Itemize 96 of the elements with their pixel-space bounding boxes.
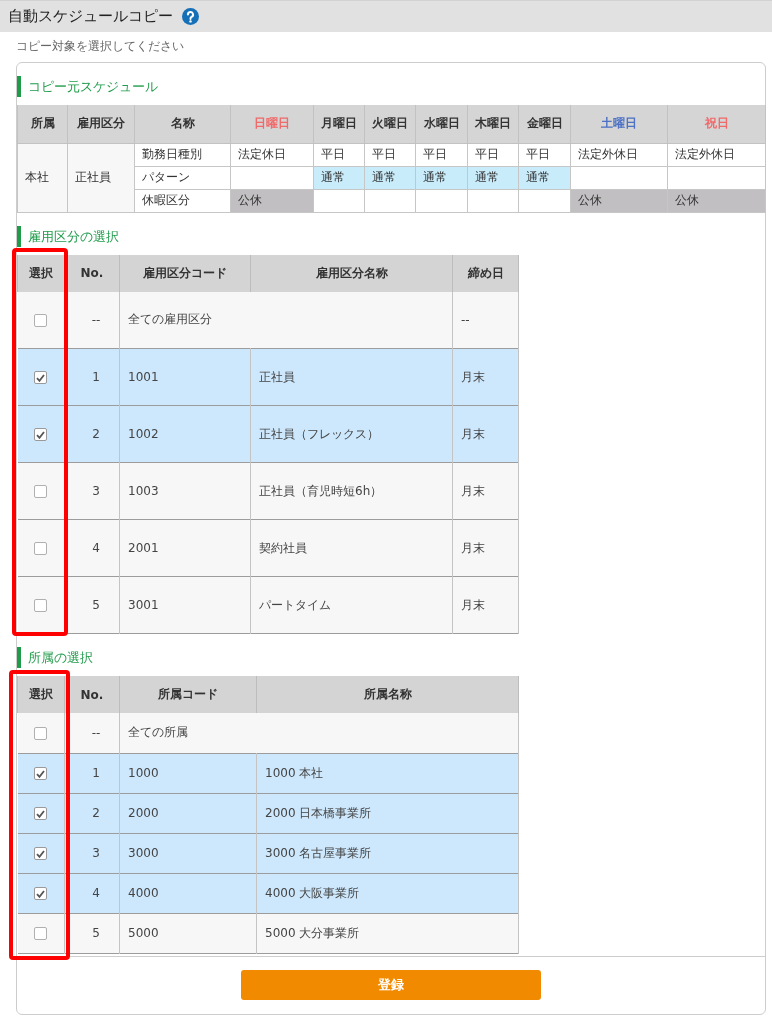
table-row[interactable]: 1 1001 正社員 月末: [17, 348, 519, 406]
table-row[interactable]: 3 1003 正社員（育児時短6h） 月末: [17, 462, 519, 520]
column-header: 雇用区分コード: [119, 254, 251, 292]
column-header: 金曜日: [518, 105, 571, 143]
checkbox[interactable]: [34, 887, 48, 900]
table-cell: 正社員（育児時短6h）: [250, 462, 453, 520]
checkbox[interactable]: [34, 807, 48, 820]
table-cell: 5000 大分事業所: [256, 913, 519, 953]
checkmark-icon: [36, 769, 46, 778]
table-row[interactable]: 4 2001 契約社員 月末: [17, 519, 519, 577]
table-cell: 本社: [17, 143, 68, 212]
table-cell: 1000 本社: [256, 753, 519, 793]
column-header: 所属名称: [256, 676, 519, 713]
table-cell: --: [64, 291, 120, 349]
checkbox[interactable]: [34, 767, 48, 780]
table-cell: 3: [64, 833, 120, 873]
checkbox[interactable]: [34, 599, 48, 612]
table-cell: 月末: [452, 462, 519, 520]
checkbox[interactable]: [34, 542, 48, 555]
table-cell: 3001: [119, 576, 251, 634]
column-header: 名称: [134, 105, 231, 143]
table-cell: 月末: [452, 405, 519, 463]
checkbox[interactable]: [34, 847, 48, 860]
table-row[interactable]: 2 1002 正社員（フレックス） 月末: [17, 405, 519, 463]
table-cell: 4: [64, 519, 120, 577]
section-title: コピー元スケジュール: [17, 76, 765, 97]
column-header: 祝日: [667, 105, 766, 143]
table-cell: 月末: [452, 576, 519, 634]
section-title: 雇用区分の選択: [17, 225, 765, 247]
checkbox[interactable]: [34, 485, 48, 498]
table-cell: 正社員: [67, 143, 135, 212]
table-cell: 1001: [119, 348, 251, 406]
section-title: 所属の選択: [17, 647, 765, 668]
table-cell: 5: [64, 913, 120, 953]
checkmark-icon: [36, 430, 46, 439]
table-row[interactable]: 3 3000 3000 名古屋事業所: [17, 833, 519, 873]
table-row[interactable]: 4 4000 4000 大阪事業所: [17, 873, 519, 913]
table-cell: 4: [64, 873, 120, 913]
table-cell: 月末: [452, 519, 519, 577]
table-cell: 正社員（フレックス）: [250, 405, 453, 463]
checkbox[interactable]: [34, 428, 48, 441]
instruction-text: コピー対象を選択してください: [16, 38, 185, 55]
table-cell: 5: [64, 576, 120, 634]
checkmark-icon: [36, 889, 46, 898]
table-cell: 3000: [119, 833, 257, 873]
table-row[interactable]: 5 3001 パートタイム 月末: [17, 576, 519, 634]
checkbox[interactable]: [34, 313, 48, 327]
table-cell: 4000 大阪事業所: [256, 873, 519, 913]
table-cell: 1003: [119, 462, 251, 520]
table-cell: 2: [64, 793, 120, 833]
column-header: 選択: [17, 254, 65, 292]
column-header: 所属コード: [119, 676, 257, 713]
table-row[interactable]: -- 全ての雇用区分 --: [17, 291, 519, 349]
table-cell: 全ての所属: [119, 713, 519, 753]
column-header: 木曜日: [467, 105, 519, 143]
checkbox[interactable]: [34, 726, 48, 740]
column-header: 日曜日: [230, 105, 314, 143]
table-cell: 月末: [452, 348, 519, 406]
table-cell: 3000 名古屋事業所: [256, 833, 519, 873]
column-header: 火曜日: [364, 105, 416, 143]
checkmark-icon: [36, 849, 46, 858]
table-cell: 1: [64, 348, 120, 406]
table-cell: 1002: [119, 405, 251, 463]
table-cell: 5000: [119, 913, 257, 953]
table-cell: パートタイム: [250, 576, 453, 634]
table-row[interactable]: 2 2000 2000 日本橋事業所: [17, 793, 519, 833]
column-header: 締め日: [452, 254, 519, 292]
table-row[interactable]: -- 全ての所属: [17, 713, 519, 753]
table-cell: 全ての雇用区分: [119, 291, 453, 349]
column-header: 雇用区分: [67, 105, 135, 143]
table-cell: --: [64, 713, 120, 753]
column-header: 土曜日: [570, 105, 668, 143]
table-row[interactable]: 1 1000 1000 本社: [17, 753, 519, 793]
column-header: 月曜日: [313, 105, 365, 143]
checkbox[interactable]: [34, 371, 48, 384]
table-cell: 1000: [119, 753, 257, 793]
table-cell: 1: [64, 753, 120, 793]
checkbox[interactable]: [34, 927, 48, 940]
table-cell: 2000: [119, 793, 257, 833]
column-header: 選択: [17, 676, 65, 713]
table-cell: 2: [64, 405, 120, 463]
help-icon[interactable]: [182, 8, 199, 25]
table-cell: 2001: [119, 519, 251, 577]
table-cell: 2000 日本橋事業所: [256, 793, 519, 833]
column-header: 雇用区分名称: [250, 254, 453, 292]
checkmark-icon: [36, 809, 46, 818]
column-header: 所属: [17, 105, 68, 143]
table-row[interactable]: 5 5000 5000 大分事業所: [17, 913, 519, 953]
table-cell: 4000: [119, 873, 257, 913]
table-cell: --: [452, 291, 519, 349]
table-cell: 3: [64, 462, 120, 520]
checkmark-icon: [36, 373, 46, 382]
page-title: 自動スケジュールコピー: [8, 7, 173, 26]
column-header: 水曜日: [415, 105, 468, 143]
table-cell: 契約社員: [250, 519, 453, 577]
table-cell: 正社員: [250, 348, 453, 406]
